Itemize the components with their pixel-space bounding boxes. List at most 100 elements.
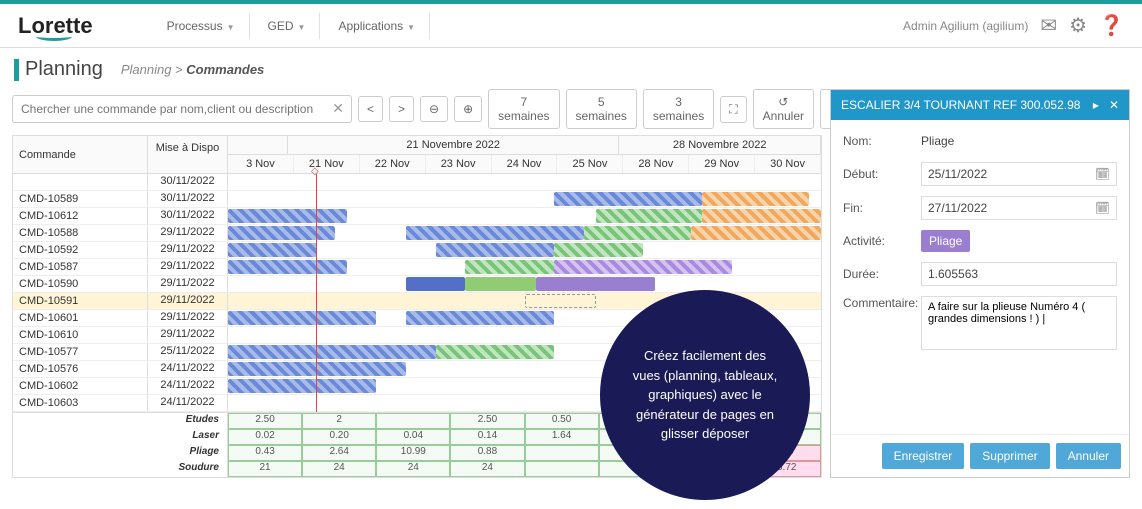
undo-button[interactable]: ↺ Annuler: [753, 89, 814, 129]
day-header: 23 Nov: [426, 155, 492, 173]
nav-applications[interactable]: Applications▼: [324, 13, 430, 39]
col-header-commande[interactable]: Commande: [13, 136, 148, 173]
day-header: 25 Nov: [557, 155, 623, 173]
cell-date: 29/11/2022: [148, 327, 228, 343]
cell-cmd: CMD-10612: [13, 208, 148, 224]
prev-button[interactable]: <: [358, 96, 383, 122]
gantt-bar[interactable]: [584, 226, 691, 240]
title-row: Planning Planning > Commandes: [0, 48, 1142, 89]
cell-date: 29/11/2022: [148, 225, 228, 241]
nav-menu: Processus▼ GED▼ Applications▼: [153, 13, 431, 39]
day-header: 29 Nov: [689, 155, 755, 173]
zoom-out-icon[interactable]: ⊖: [420, 96, 448, 122]
table-row[interactable]: CMD-1059229/11/2022: [13, 242, 821, 259]
gantt-bar[interactable]: [228, 379, 376, 393]
gantt-bar[interactable]: [525, 294, 596, 308]
col-header-date[interactable]: Mise à Dispo: [148, 136, 228, 173]
calendar-icon[interactable]: 🗓: [1095, 167, 1110, 181]
cancel-button[interactable]: Annuler: [1056, 443, 1121, 469]
delete-button[interactable]: Supprimer: [970, 443, 1049, 469]
gantt-bar[interactable]: [228, 345, 436, 359]
gantt-bar[interactable]: [406, 277, 465, 291]
table-row[interactable]: CMD-1058729/11/2022: [13, 259, 821, 276]
cell-date: 29/11/2022: [148, 242, 228, 258]
nav-processus[interactable]: Processus▼: [153, 13, 250, 39]
day-header: 3 Nov: [228, 155, 294, 173]
table-row[interactable]: CMD-1061230/11/2022: [13, 208, 821, 225]
gantt-bar[interactable]: [436, 345, 555, 359]
day-header: 24 Nov: [492, 155, 558, 173]
gantt-bar[interactable]: [554, 192, 702, 206]
nav-ged[interactable]: GED▼: [254, 13, 321, 39]
gantt-bar[interactable]: [228, 260, 347, 274]
cell-date: 29/11/2022: [148, 310, 228, 326]
help-icon[interactable]: ❓: [1099, 13, 1124, 38]
range-3w-button[interactable]: 3 semaines: [643, 89, 714, 129]
gantt-bar[interactable]: [228, 243, 317, 257]
range-7w-button[interactable]: 7 semaines: [488, 89, 559, 129]
save-button[interactable]: Enregistrer: [882, 443, 965, 469]
gantt-bar[interactable]: [554, 260, 732, 274]
mail-icon[interactable]: ✉: [1040, 13, 1057, 38]
gantt-bar[interactable]: [406, 311, 554, 325]
page-title: Planning: [25, 58, 103, 81]
gantt-bar[interactable]: [228, 226, 335, 240]
cell-cmd: CMD-10592: [13, 242, 148, 258]
field-comment[interactable]: A faire sur la plieuse Numéro 4 ( grande…: [921, 296, 1117, 350]
user-label: Admin Agilium (agilium): [903, 19, 1028, 33]
cell-cmd: CMD-10576: [13, 361, 148, 377]
gantt-bar[interactable]: [436, 243, 555, 257]
search-input[interactable]: [12, 95, 352, 123]
gantt-bar[interactable]: [228, 311, 376, 325]
toolbar: ✕ < > ⊖ ⊕ 7 semaines 5 semaines 3 semain…: [12, 89, 822, 129]
field-fin[interactable]: 27/11/2022🗓: [921, 196, 1117, 220]
gantt-bar[interactable]: [596, 209, 703, 223]
gantt-bar[interactable]: [702, 192, 809, 206]
gantt-bar[interactable]: [228, 209, 347, 223]
cell-date: 25/11/2022: [148, 344, 228, 360]
week-1: 21 Novembre 2022: [288, 136, 619, 154]
day-header: 22 Nov: [360, 155, 426, 173]
detail-header: ESCALIER 3/4 TOURNANT REF 300.052.98 ▸ ✕: [831, 90, 1129, 120]
table-row[interactable]: CMD-1058829/11/2022: [13, 225, 821, 242]
clear-icon[interactable]: ✕: [332, 100, 344, 117]
cell-cmd: CMD-10587: [13, 259, 148, 275]
week-2: 28 Novembre 2022: [619, 136, 821, 154]
cell-cmd: CMD-10577: [13, 344, 148, 360]
gantt-bar[interactable]: [554, 243, 643, 257]
gantt-bar[interactable]: [465, 260, 554, 274]
calendar-icon[interactable]: 🗓: [1095, 201, 1110, 215]
detail-panel: ESCALIER 3/4 TOURNANT REF 300.052.98 ▸ ✕…: [830, 89, 1130, 478]
collapse-icon[interactable]: ▸: [1093, 98, 1099, 112]
cell-date: 30/11/2022: [148, 208, 228, 224]
range-5w-button[interactable]: 5 semaines: [566, 89, 637, 129]
day-header: 21 Nov: [294, 155, 360, 173]
cell-cmd: CMD-10588: [13, 225, 148, 241]
cell-cmd: CMD-10590: [13, 276, 148, 292]
cell-cmd: CMD-10589: [13, 191, 148, 207]
cell-cmd: [13, 174, 148, 190]
marketing-callout: Créez facilement des vues (planning, tab…: [600, 290, 810, 500]
gantt-bar[interactable]: [702, 209, 821, 223]
table-row[interactable]: 30/11/2022: [13, 174, 821, 191]
gantt-bar[interactable]: [691, 226, 821, 240]
cell-date: 29/11/2022: [148, 276, 228, 292]
field-debut[interactable]: 25/11/2022🗓: [921, 162, 1117, 186]
field-activite[interactable]: Pliage: [921, 230, 970, 252]
gantt-bar[interactable]: [465, 277, 536, 291]
cell-cmd: CMD-10601: [13, 310, 148, 326]
zoom-in-icon[interactable]: ⊕: [454, 96, 482, 122]
gantt-bar[interactable]: [406, 226, 584, 240]
fullscreen-icon[interactable]: ⛶: [720, 96, 746, 123]
field-duree[interactable]: 1.605563: [921, 262, 1117, 286]
next-button[interactable]: >: [389, 96, 414, 122]
gantt-bar[interactable]: [536, 277, 655, 291]
cell-date: 24/11/2022: [148, 395, 228, 411]
cell-date: 29/11/2022: [148, 259, 228, 275]
table-row[interactable]: CMD-1058930/11/2022: [13, 191, 821, 208]
today-marker: ◇: [311, 166, 319, 177]
day-header: 30 Nov: [755, 155, 821, 173]
gear-icon[interactable]: ⚙: [1069, 13, 1087, 38]
cell-date: 24/11/2022: [148, 378, 228, 394]
close-icon[interactable]: ✕: [1109, 98, 1119, 112]
